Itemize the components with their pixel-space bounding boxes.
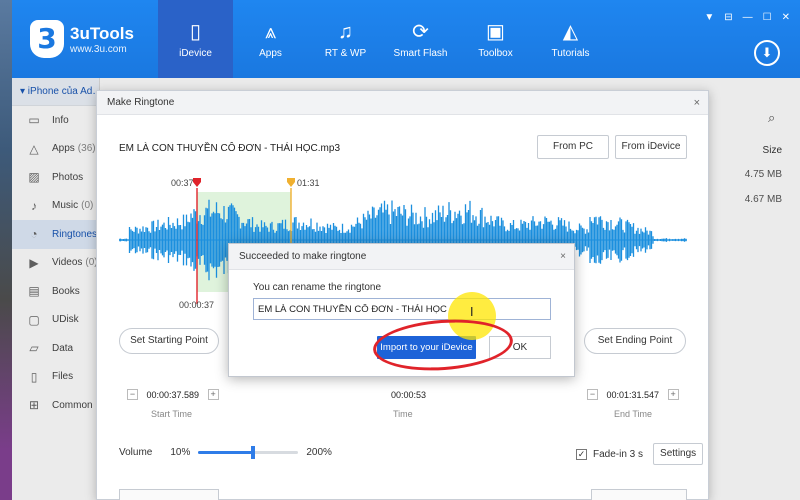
main-nav: ▯ iDevice ⩓ Apps ♫ RT & WP ⟳ Smart Flash ▣ Toolbo… — [158, 0, 608, 78]
desktop-edge — [0, 0, 12, 500]
logo-badge: 3 — [30, 20, 64, 58]
plus-icon[interactable]: + — [667, 389, 679, 401]
from-idevice-button[interactable]: From iDevice — [615, 135, 687, 159]
tutorials-icon: ◭ — [562, 20, 579, 43]
nav-toolbox[interactable]: ▣ Toolbox — [458, 0, 533, 78]
top-bar: 3 3uTools www.3u.com ▯ iDevice ⩓ Apps ♫ RT & … — [12, 0, 800, 78]
logo: 3 3uTools www.3u.com — [30, 20, 134, 58]
start-marker-handle[interactable] — [193, 178, 201, 187]
nav-label: Tutorials — [551, 47, 590, 59]
bottom-right-button[interactable] — [591, 489, 687, 500]
minus-icon[interactable]: − — [587, 389, 598, 401]
settings-button[interactable]: Settings — [653, 443, 704, 465]
volume-min-label: 10% — [170, 447, 191, 458]
nav-label: Apps — [259, 47, 282, 59]
song-filename: EM LÀ CON THUYỀN CÔ ĐƠN - THÁI HỌC.mp3 — [119, 143, 341, 154]
nav-label: Smart Flash — [393, 47, 448, 59]
plus-icon[interactable]: + — [207, 389, 219, 401]
fade-in-option: ✓ Fade-in 3 s Settings — [576, 443, 704, 465]
app-url: www.3u.com — [70, 43, 127, 55]
playhead-time: 00:00:37 — [179, 300, 215, 310]
volume-slider[interactable] — [198, 446, 299, 459]
duration-value: 00:00:53 — [391, 389, 427, 400]
fade-in-checkbox[interactable]: ✓ — [576, 448, 587, 460]
set-starting-point-button[interactable]: Set Starting Point — [119, 328, 219, 354]
minus-icon[interactable]: − — [127, 389, 138, 401]
nav-smart-flash[interactable]: ⟳ Smart Flash — [383, 0, 458, 78]
volume-control: Volume 10% 200% — [119, 446, 332, 459]
dialog-title: Make Ringtone — [97, 91, 708, 115]
volume-slider-handle[interactable] — [251, 446, 256, 459]
end-marker-handle[interactable] — [287, 178, 295, 187]
close-icon[interactable]: × — [560, 251, 566, 262]
close-icon[interactable]: × — [694, 97, 700, 109]
volume-slider-fill — [198, 451, 254, 454]
fade-in-label: Fade-in 3 s — [593, 448, 644, 460]
window-controls: ▼ ⊟ — ☐ ✕ — [704, 12, 790, 23]
phone-icon: ▯ — [189, 20, 201, 43]
app-window: 3 3uTools www.3u.com ▯ iDevice ⩓ Apps ♫ RT & … — [12, 0, 800, 500]
music-icon: ♫ — [338, 20, 353, 43]
start-time-caption: Start Time — [151, 409, 193, 419]
bottom-left-button[interactable] — [119, 489, 219, 500]
duration-display: 00:00:53 — [385, 389, 432, 400]
end-time-stepper: − 00:01:31.547 + — [587, 389, 679, 401]
rename-prompt: You can rename the ringtone — [253, 282, 382, 293]
text-cursor-icon: I — [470, 305, 474, 319]
skin-icon[interactable]: ⊟ — [724, 12, 732, 23]
ringtone-name-input[interactable] — [253, 298, 551, 320]
nav-label: Toolbox — [478, 47, 513, 59]
nav-label: iDevice — [179, 47, 212, 59]
end-time-value: 00:01:31.547 — [606, 389, 660, 400]
maximize-icon[interactable]: ☐ — [763, 12, 772, 23]
from-pc-button[interactable]: From PC — [537, 135, 609, 159]
apps-icon: ⩓ — [264, 20, 277, 43]
set-ending-point-button[interactable]: Set Ending Point — [584, 328, 686, 354]
nav-rt-wp[interactable]: ♫ RT & WP — [308, 0, 383, 78]
volume-label: Volume — [119, 447, 153, 458]
nav-apps[interactable]: ⩓ Apps — [233, 0, 308, 78]
end-time-caption: End Time — [614, 409, 653, 419]
start-time-stepper: − 00:00:37.589 + — [127, 389, 219, 401]
nav-label: RT & WP — [324, 47, 367, 59]
download-icon[interactable]: ⬇ — [754, 40, 780, 66]
minimize-icon[interactable]: — — [743, 12, 753, 23]
volume-max-label: 200% — [306, 447, 332, 458]
menu-icon[interactable]: ▼ — [704, 12, 714, 23]
success-dialog-title: Succeeded to make ringtone — [229, 244, 574, 270]
close-icon[interactable]: ✕ — [782, 12, 790, 23]
start-time-value: 00:00:37.589 — [146, 389, 200, 400]
app-name: 3uTools — [70, 23, 134, 43]
toolbox-icon: ▣ — [486, 20, 505, 43]
nav-idevice[interactable]: ▯ iDevice — [158, 0, 233, 78]
nav-tutorials[interactable]: ◭ Tutorials — [533, 0, 608, 78]
flash-icon: ⟳ — [412, 20, 429, 43]
duration-caption: Time — [393, 409, 413, 419]
